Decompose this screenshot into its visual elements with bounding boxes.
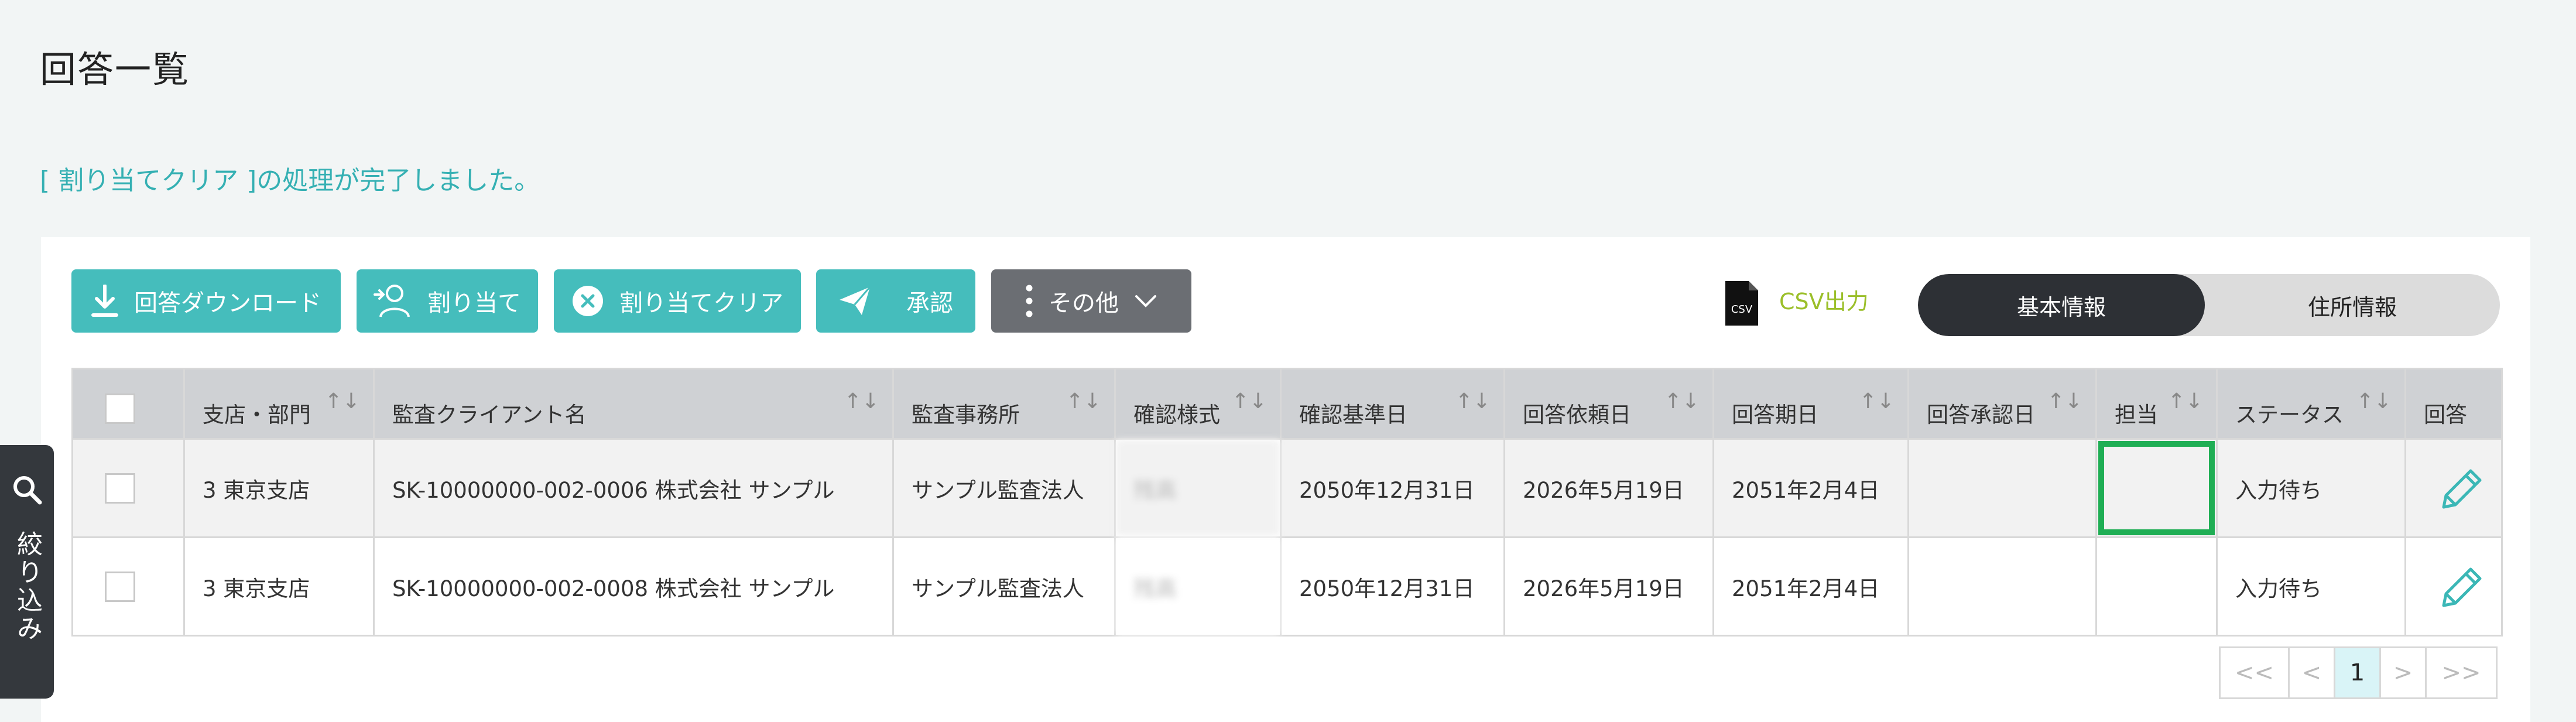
approval-date-cell [1907, 536, 2097, 637]
status-cell: 入力待ち [2216, 536, 2406, 637]
approve-button[interactable]: 承認 [816, 269, 975, 333]
edit-pencil-icon[interactable] [2438, 562, 2487, 611]
row-select-cell [71, 536, 185, 637]
csv-export-label: CSV出力 [1779, 289, 1869, 314]
sort-icon[interactable]: ↑↓ [2047, 389, 2082, 413]
sort-icon[interactable]: ↑↓ [1232, 389, 1267, 413]
request-date-cell: 2026年5月19日 [1503, 536, 1714, 637]
address-info-tab[interactable]: 住所情報 [2205, 274, 2500, 336]
page-next-button[interactable]: > [2381, 648, 2427, 697]
col-office[interactable]: 監査事務所 ↑↓ [892, 368, 1116, 440]
client-cell: SK-10000000-002-0006 株式会社 サンプル [373, 438, 894, 538]
edit-pencil-icon[interactable] [2438, 464, 2487, 513]
sort-icon[interactable]: ↑↓ [1859, 389, 1895, 413]
col-branch[interactable]: 支店・部門 ↑↓ [183, 368, 375, 440]
table-header-row: 支店・部門 ↑↓ 監査クライアント名 ↑↓ 監査事務所 ↑↓ 確認様式 ↑↓ 確認基準日… [71, 368, 2503, 440]
select-all-checkbox[interactable] [105, 393, 135, 424]
assignee-cell-highlighted[interactable] [2095, 438, 2218, 538]
page-first-button[interactable]: << [2221, 648, 2290, 697]
approval-date-cell [1907, 438, 2097, 538]
col-form[interactable]: 確認様式 ↑↓ [1114, 368, 1282, 440]
view-toggle: 基本情報 住所情報 [1918, 274, 2500, 336]
col-approval-date[interactable]: 回答承認日 ↑↓ [1907, 368, 2097, 440]
due-date-cell: 2051年2月4日 [1712, 438, 1909, 538]
status-cell: 入力待ち [2216, 438, 2406, 538]
office-cell: サンプル監査法人 [892, 438, 1116, 538]
page-current[interactable]: 1 [2335, 648, 2381, 697]
approve-label: 承認 [906, 290, 953, 317]
answers-table: 支店・部門 ↑↓ 監査クライアント名 ↑↓ 監査事務所 ↑↓ 確認様式 ↑↓ 確認基準日… [71, 368, 2503, 637]
sort-icon[interactable]: ↑↓ [844, 389, 879, 413]
assignee-cell[interactable] [2095, 536, 2218, 637]
branch-cell: 3 東京支店 [183, 438, 375, 538]
page-title: 回答一覧 [40, 48, 190, 91]
user-assign-icon [374, 285, 410, 317]
base-date-cell: 2050年12月31日 [1280, 536, 1505, 637]
office-cell: サンプル監査法人 [892, 536, 1116, 637]
base-date-cell: 2050年12月31日 [1280, 438, 1505, 538]
assign-clear-label: 割り当てクリア [619, 290, 783, 317]
table-row[interactable]: 3 東京支店 SK-10000000-002-0006 株式会社 サンプル サン… [71, 438, 2503, 538]
search-icon [13, 476, 42, 505]
page-prev-button[interactable]: < [2290, 648, 2335, 697]
other-dropdown-button[interactable]: その他 [991, 269, 1191, 333]
col-client[interactable]: 監査クライアント名 ↑↓ [373, 368, 894, 440]
col-due-date[interactable]: 回答期日 ↑↓ [1712, 368, 1909, 440]
sort-icon[interactable]: ↑↓ [2356, 389, 2392, 413]
answer-cell [2404, 438, 2503, 538]
client-cell: SK-10000000-002-0008 株式会社 サンプル [373, 536, 894, 637]
send-plane-icon [840, 286, 871, 315]
due-date-cell: 2051年2月4日 [1712, 536, 1909, 637]
download-icon [91, 285, 118, 317]
row-checkbox[interactable] [105, 571, 135, 602]
row-checkbox[interactable] [105, 473, 135, 504]
table-row[interactable]: 3 東京支店 SK-10000000-002-0008 株式会社 サンプル サン… [71, 536, 2503, 637]
request-date-cell: 2026年5月19日 [1503, 438, 1714, 538]
answer-cell [2404, 536, 2503, 637]
other-label: その他 [1049, 290, 1119, 317]
col-assignee[interactable]: 担当 ↑↓ [2095, 368, 2218, 440]
col-status[interactable]: ステータス ↑↓ [2216, 368, 2406, 440]
sort-icon[interactable]: ↑↓ [1066, 389, 1101, 413]
csv-file-icon: CSV [1725, 281, 1758, 326]
select-all-cell [71, 368, 185, 440]
page-last-button[interactable]: >> [2427, 648, 2496, 697]
pagination: << < 1 > >> [2219, 646, 2498, 699]
basic-info-tab[interactable]: 基本情報 [1918, 274, 2205, 336]
assign-clear-button[interactable]: 割り当てクリア [554, 269, 801, 333]
kebab-icon [1026, 285, 1033, 317]
col-base-date[interactable]: 確認基準日 ↑↓ [1280, 368, 1505, 440]
form-cell: 残高 [1114, 438, 1282, 538]
download-answers-button[interactable]: 回答ダウンロード [71, 269, 341, 333]
form-cell: 残高 [1114, 536, 1282, 637]
branch-cell: 3 東京支店 [183, 536, 375, 637]
svg-text:CSV: CSV [1731, 303, 1753, 316]
sort-icon[interactable]: ↑↓ [325, 389, 360, 413]
flash-message: [ 割り当てクリア ]の処理が完了しました。 [40, 166, 540, 196]
sort-icon[interactable]: ↑↓ [2168, 389, 2203, 413]
chevron-down-icon [1135, 295, 1156, 307]
col-request-date[interactable]: 回答依頼日 ↑↓ [1503, 368, 1714, 440]
csv-export-button[interactable]: CSV CSV出力 [1724, 280, 1869, 333]
sort-icon[interactable]: ↑↓ [1664, 389, 1700, 413]
download-answers-label: 回答ダウンロード [134, 290, 321, 317]
assign-label: 割り当て [427, 290, 521, 317]
clear-circle-icon [573, 286, 603, 316]
filter-side-tab[interactable]: 絞り込み [0, 445, 54, 699]
assign-button[interactable]: 割り当て [357, 269, 538, 333]
sort-icon[interactable]: ↑↓ [1455, 389, 1491, 413]
col-answer: 回答 [2404, 368, 2503, 440]
row-select-cell [71, 438, 185, 538]
filter-label: 絞り込み [12, 531, 42, 643]
